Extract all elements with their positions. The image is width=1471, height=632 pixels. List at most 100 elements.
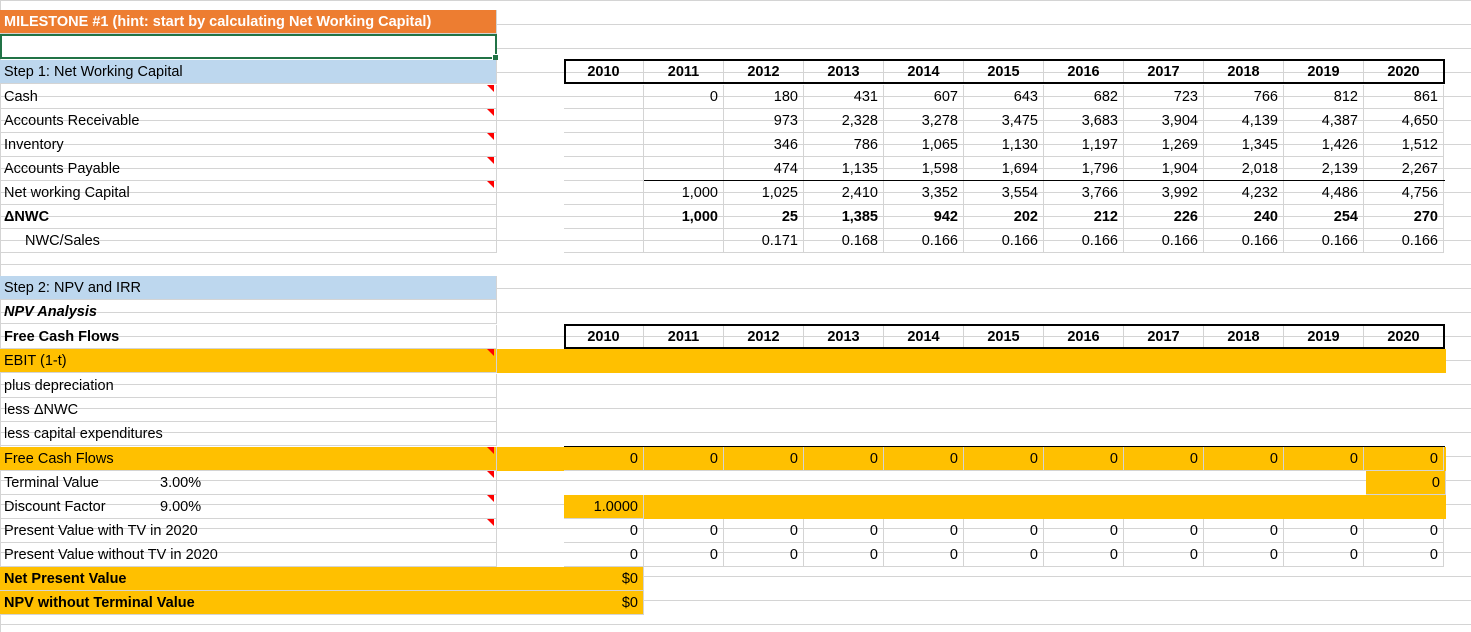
step1-title[interactable]: Step 1: Net Working Capital [0, 60, 497, 84]
step1-cell-2014[interactable]: 942 [884, 205, 964, 229]
pv-without-tv-2016[interactable]: 0 [1044, 543, 1124, 567]
step1-cell-2010[interactable] [564, 157, 644, 181]
step1-cell-2015[interactable]: 0.166 [964, 229, 1044, 253]
step1-cell-2016[interactable]: 212 [1044, 205, 1124, 229]
step1-cell-2011[interactable] [644, 157, 724, 181]
pv-without-tv-2020[interactable]: 0 [1364, 543, 1444, 567]
year-header-2018[interactable]: 2018 [1204, 325, 1284, 349]
step1-cell-2019[interactable]: 2,139 [1284, 157, 1364, 181]
pv-without-tv-2015[interactable]: 0 [964, 543, 1044, 567]
year-header-2015[interactable]: 2015 [964, 60, 1044, 84]
step1-cell-2012[interactable]: 25 [724, 205, 804, 229]
step1-cell-2016[interactable]: 1,197 [1044, 133, 1124, 157]
milestone-title[interactable]: MILESTONE #1 (hint: start by calculating… [0, 10, 497, 34]
fcf-value-2017[interactable]: 0 [1124, 447, 1204, 471]
step1-cell-2011[interactable]: 1,000 [644, 181, 724, 205]
pv-without-tv-2017[interactable]: 0 [1124, 543, 1204, 567]
fcf-value-2019[interactable]: 0 [1284, 447, 1364, 471]
fcf-row-label[interactable]: Free Cash Flows [0, 447, 497, 471]
step1-row-label[interactable]: Accounts Receivable [0, 109, 497, 133]
npv-analysis-label[interactable]: NPV Analysis [0, 300, 497, 324]
year-header-2010[interactable]: 2010 [564, 60, 644, 84]
year-header-2019[interactable]: 2019 [1284, 60, 1364, 84]
step1-cell-2011[interactable] [644, 109, 724, 133]
fcf-value-2015[interactable]: 0 [964, 447, 1044, 471]
step1-cell-2013[interactable]: 2,328 [804, 109, 884, 133]
step1-cell-2010[interactable] [564, 133, 644, 157]
step1-cell-2018[interactable]: 0.166 [1204, 229, 1284, 253]
step1-cell-2017[interactable]: 3,992 [1124, 181, 1204, 205]
year-header-2012[interactable]: 2012 [724, 60, 804, 84]
step1-cell-2015[interactable]: 3,475 [964, 109, 1044, 133]
step1-cell-2017[interactable]: 226 [1124, 205, 1204, 229]
year-header-2014[interactable]: 2014 [884, 60, 964, 84]
step1-cell-2019[interactable]: 0.166 [1284, 229, 1364, 253]
pv-without-tv-label[interactable]: Present Value without TV in 2020 [0, 543, 497, 567]
step1-cell-2020[interactable]: 270 [1364, 205, 1444, 229]
step1-cell-2012[interactable]: 180 [724, 85, 804, 109]
year-header-2010[interactable]: 2010 [564, 325, 644, 349]
pv-with-tv-2012[interactable]: 0 [724, 519, 804, 543]
step1-cell-2013[interactable]: 0.168 [804, 229, 884, 253]
step1-cell-2019[interactable]: 812 [1284, 85, 1364, 109]
year-header-2012[interactable]: 2012 [724, 325, 804, 349]
step1-cell-2011[interactable] [644, 229, 724, 253]
step1-cell-2014[interactable]: 1,065 [884, 133, 964, 157]
step1-cell-2010[interactable] [564, 109, 644, 133]
pv-with-tv-2015[interactable]: 0 [964, 519, 1044, 543]
step1-cell-2017[interactable]: 723 [1124, 85, 1204, 109]
fcf-value-2016[interactable]: 0 [1044, 447, 1124, 471]
pv-with-tv-2010[interactable]: 0 [564, 519, 644, 543]
pv-with-tv-2016[interactable]: 0 [1044, 519, 1124, 543]
step1-cell-2019[interactable]: 254 [1284, 205, 1364, 229]
step1-cell-2018[interactable]: 4,139 [1204, 109, 1284, 133]
step1-cell-2012[interactable]: 346 [724, 133, 804, 157]
step1-cell-2020[interactable]: 1,512 [1364, 133, 1444, 157]
year-header-2016[interactable]: 2016 [1044, 325, 1124, 349]
step1-cell-2015[interactable]: 643 [964, 85, 1044, 109]
step1-cell-2011[interactable]: 1,000 [644, 205, 724, 229]
step1-row-label[interactable]: ΔNWC [0, 205, 497, 229]
step1-cell-2012[interactable]: 1,025 [724, 181, 804, 205]
fcf-header-label[interactable]: Free Cash Flows [0, 325, 497, 349]
step1-cell-2013[interactable]: 1,135 [804, 157, 884, 181]
pv-without-tv-2011[interactable]: 0 [644, 543, 724, 567]
step1-cell-2014[interactable]: 3,352 [884, 181, 964, 205]
step1-cell-2014[interactable]: 607 [884, 85, 964, 109]
step1-cell-2015[interactable]: 1,694 [964, 157, 1044, 181]
year-header-2020[interactable]: 2020 [1364, 60, 1444, 84]
step1-cell-2016[interactable]: 0.166 [1044, 229, 1124, 253]
step1-cell-2015[interactable]: 3,554 [964, 181, 1044, 205]
step1-cell-2014[interactable]: 3,278 [884, 109, 964, 133]
step1-cell-2012[interactable]: 973 [724, 109, 804, 133]
pv-without-tv-2014[interactable]: 0 [884, 543, 964, 567]
year-header-2011[interactable]: 2011 [644, 60, 724, 84]
year-header-2013[interactable]: 2013 [804, 60, 884, 84]
step1-cell-2017[interactable]: 1,269 [1124, 133, 1204, 157]
year-header-2018[interactable]: 2018 [1204, 60, 1284, 84]
step1-cell-2019[interactable]: 1,426 [1284, 133, 1364, 157]
step1-cell-2013[interactable]: 2,410 [804, 181, 884, 205]
year-header-2016[interactable]: 2016 [1044, 60, 1124, 84]
year-header-2019[interactable]: 2019 [1284, 325, 1364, 349]
terminal-value-label[interactable]: Terminal Value 3.00% [0, 471, 497, 495]
step1-cell-2017[interactable]: 1,904 [1124, 157, 1204, 181]
discount-factor-label[interactable]: Discount Factor 9.00% [0, 495, 497, 519]
step1-cell-2010[interactable] [564, 85, 644, 109]
terminal-value-2020[interactable]: 0 [1366, 471, 1446, 495]
pv-with-tv-label[interactable]: Present Value with TV in 2020 [0, 519, 497, 543]
step1-cell-2015[interactable]: 1,130 [964, 133, 1044, 157]
step1-row-label[interactable]: NWC/Sales [0, 229, 497, 253]
step1-cell-2017[interactable]: 3,904 [1124, 109, 1204, 133]
fcf-value-2010[interactable]: 0 [564, 447, 644, 471]
pv-without-tv-2012[interactable]: 0 [724, 543, 804, 567]
pv-without-tv-2019[interactable]: 0 [1284, 543, 1364, 567]
step1-row-label[interactable]: Inventory [0, 133, 497, 157]
step1-cell-2011[interactable] [644, 133, 724, 157]
npv-label[interactable]: Net Present Value [0, 567, 565, 591]
step1-cell-2010[interactable] [564, 181, 644, 205]
step1-cell-2018[interactable]: 1,345 [1204, 133, 1284, 157]
step1-cell-2012[interactable]: 0.171 [724, 229, 804, 253]
fcf-value-2011[interactable]: 0 [644, 447, 724, 471]
pv-with-tv-2014[interactable]: 0 [884, 519, 964, 543]
